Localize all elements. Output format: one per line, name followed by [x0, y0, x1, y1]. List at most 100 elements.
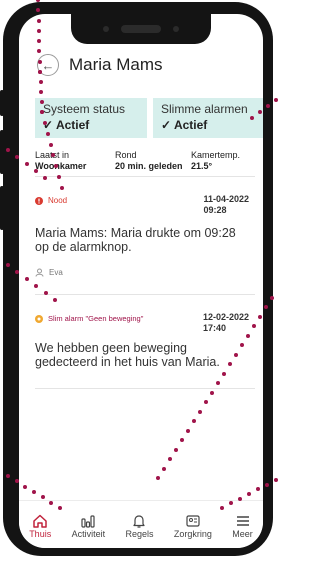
divider: [35, 388, 255, 389]
annotation-dot: [274, 478, 278, 482]
annotation-dot: [24, 162, 29, 166]
side-button: [0, 130, 4, 174]
annotation-dot: [40, 110, 44, 114]
event-tag-label: Nood: [48, 196, 68, 205]
annotation-dot: [42, 120, 47, 125]
nav-item-more[interactable]: Meer: [232, 513, 253, 539]
system-status-panel[interactable]: Systeem status ✓ Actief: [35, 98, 147, 138]
event-date-time: 09:28: [203, 205, 227, 215]
annotation-dot: [53, 298, 57, 302]
event-tag: Nood: [35, 196, 67, 205]
page-header: ← Maria Mams: [37, 54, 253, 76]
system-status-value: ✓ Actief: [43, 118, 90, 132]
annotation-dot: [36, 18, 41, 23]
annotation-dot: [238, 496, 242, 501]
nav-item-home[interactable]: Thuis: [29, 513, 51, 539]
system-status-label: Systeem status: [43, 102, 126, 116]
alert-icon: [35, 196, 43, 205]
event-date-day: 12-02-2022: [202, 312, 249, 322]
smart-alarms-value: ✓ Actief: [161, 118, 208, 132]
last-time: Rond 20 min. geleden: [115, 150, 183, 172]
annotation-dot: [156, 476, 160, 480]
annotation-dot: [38, 80, 43, 84]
annotation-dot: [43, 176, 47, 180]
event-message: Maria Mams: Maria drukte om 09:28 op de …: [35, 226, 236, 254]
smart-alarms-label: Slimme alarmen: [161, 102, 248, 116]
side-button: [0, 90, 4, 116]
divider: [35, 294, 255, 295]
annotation-dot: [198, 409, 202, 414]
annotation-dot: [162, 466, 166, 471]
annotation-dot: [48, 142, 53, 147]
event-date-time: 17:40: [202, 323, 226, 333]
last-location: Laatst in Woonkamer: [35, 150, 86, 172]
annotation-dot: [250, 116, 254, 120]
bell-icon: [133, 515, 146, 528]
annotation-dot: [39, 100, 44, 104]
annotation-dot: [38, 70, 42, 74]
nav-item-label: Meer: [232, 529, 253, 539]
event-message: We hebben geen beweging gedecteerd in he…: [35, 341, 220, 369]
annotation-dot: [270, 296, 274, 300]
event-tag-label: Slim alarm "Geen beweging": [48, 314, 144, 323]
annotation-dot: [33, 169, 38, 173]
event-card-emergency[interactable]: Nood 11-04-2022 09:28 Maria Mams: Maria …: [35, 190, 255, 290]
annotation-dot: [24, 277, 29, 281]
nav-item-label: Regels: [125, 529, 154, 539]
last-time-label: Rond: [115, 150, 137, 160]
event-user-name: Eva: [49, 268, 63, 277]
annotation-dot: [258, 314, 262, 319]
annotation-dot: [220, 506, 224, 510]
annotation-dot: [6, 148, 10, 152]
annotation-dot: [266, 104, 270, 108]
room-temperature: Kamertemp. 21.5°: [191, 150, 240, 172]
annotation-dot: [60, 186, 64, 190]
bottom-nav: Thuis Activiteit Regels Zorgkring Meer: [19, 500, 263, 548]
event-user: Eva: [35, 268, 63, 277]
annotation-dot: [36, 28, 41, 33]
annotation-dot: [265, 482, 269, 487]
annotation-dot: [6, 263, 10, 267]
annotation-dot: [6, 474, 10, 478]
divider: [35, 176, 255, 177]
person-icon: [35, 268, 44, 277]
annotation-dot: [247, 492, 251, 496]
event-date: 12-02-2022 17:40: [203, 312, 249, 334]
page-title: Maria Mams: [69, 55, 163, 74]
event-card-smart-alarm[interactable]: Slim alarm "Geen beweging" 12-02-2022 17…: [35, 308, 255, 398]
annotation-dot: [258, 110, 262, 114]
phone-frame: ← Maria Mams Systeem status ✓ Actief Sli…: [3, 2, 273, 556]
annotation-dot: [43, 291, 48, 295]
smart-alarms-panel[interactable]: Slimme alarmen ✓ Actief: [153, 98, 263, 138]
nav-item-activity[interactable]: Activiteit: [71, 513, 106, 539]
annotation-dot: [58, 506, 62, 510]
home-icon: [33, 514, 47, 528]
last-location-label: Laatst in: [35, 150, 70, 160]
annotation-dot: [222, 371, 226, 376]
annotation-dot: [274, 98, 278, 102]
notch: [71, 14, 211, 44]
annotation-dot: [45, 131, 50, 136]
nav-item-care-circle[interactable]: Zorgkring: [174, 513, 212, 539]
annotation-dot: [186, 428, 190, 433]
nav-item-label: Zorgkring: [173, 529, 212, 539]
nav-item-label: Thuis: [29, 529, 52, 539]
side-button: [0, 186, 4, 230]
activity-icon: [81, 515, 95, 528]
event-date-day: 11-04-2022: [203, 194, 249, 204]
annotation-dot: [32, 490, 36, 494]
annotation-dot: [234, 352, 238, 357]
annotation-dot: [174, 447, 178, 452]
nav-item-label: Activiteit: [71, 529, 106, 539]
menu-icon: [236, 516, 249, 526]
event-tag: Slim alarm "Geen beweging": [35, 314, 143, 323]
nav-item-rules[interactable]: Regels: [125, 513, 153, 539]
annotation-dot: [210, 390, 214, 395]
app-screen: ← Maria Mams Systeem status ✓ Actief Sli…: [19, 14, 263, 548]
annotation-dot: [39, 90, 43, 94]
arrow-left-icon: ←: [41, 57, 55, 73]
annotation-dot: [37, 59, 42, 64]
last-location-value: Woonkamer: [35, 161, 87, 171]
warning-icon: [35, 314, 43, 323]
room-temperature-value: 21.5°: [191, 161, 213, 171]
